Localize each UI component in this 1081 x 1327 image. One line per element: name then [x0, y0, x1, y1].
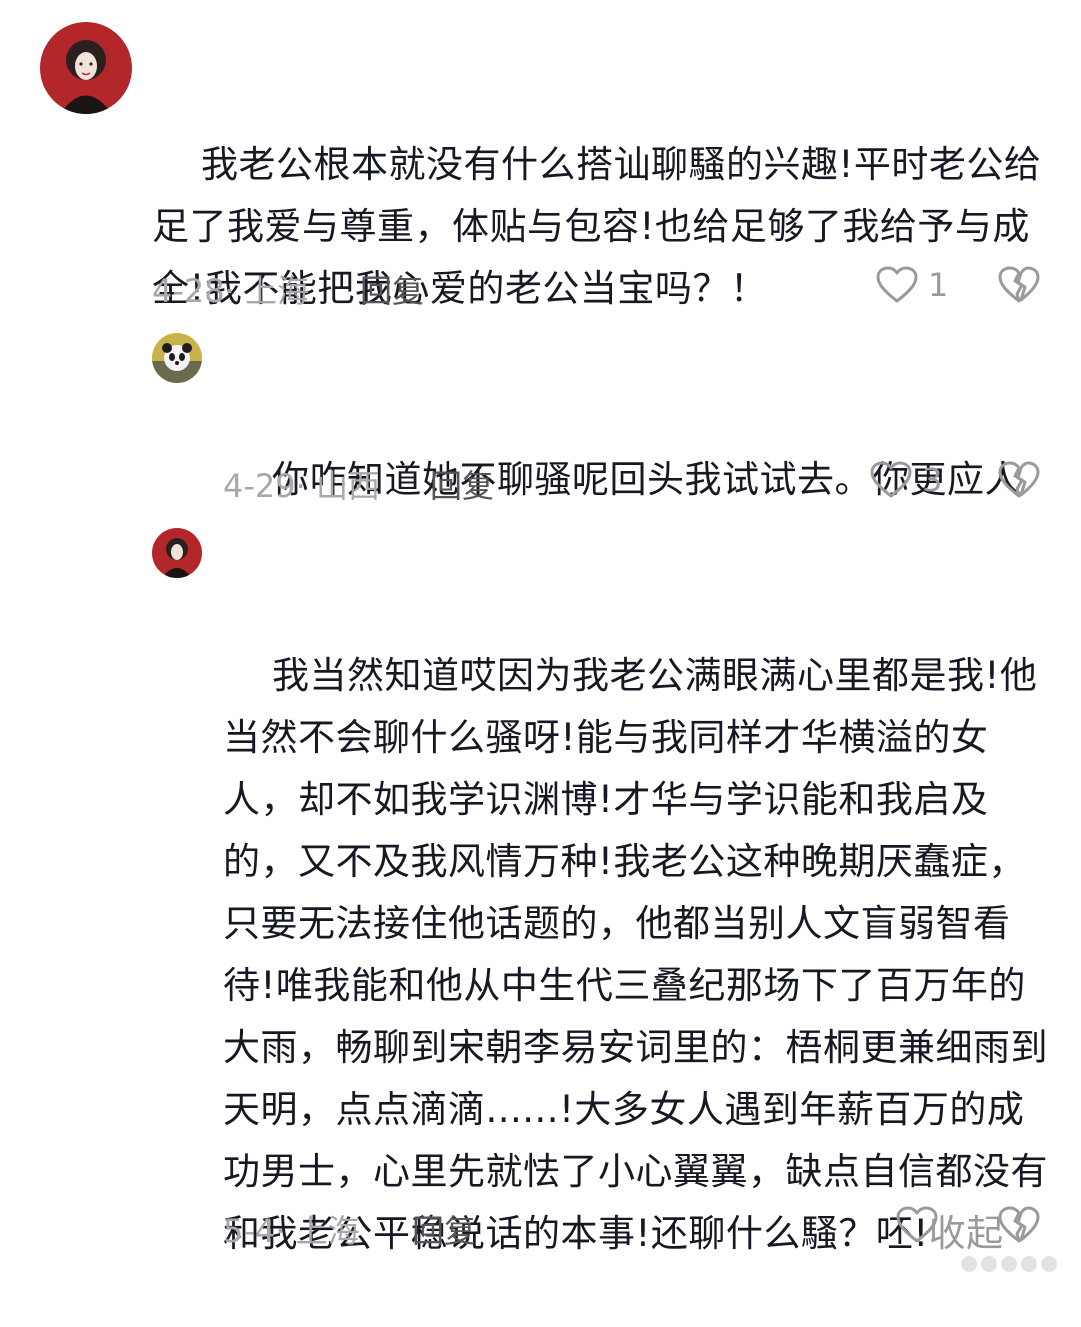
broken-heart-icon — [998, 266, 1040, 303]
user-avatar-red-icon — [40, 22, 132, 114]
reply-button[interactable]: 回复 — [360, 266, 424, 312]
heart-icon — [870, 461, 912, 498]
watermark-dots — [961, 1256, 1057, 1272]
broken-heart-icon — [998, 461, 1040, 498]
heart-icon — [896, 1206, 938, 1243]
avatar[interactable] — [152, 333, 202, 383]
dislike-button[interactable] — [998, 266, 1040, 304]
like-button[interactable] — [896, 1206, 948, 1244]
avatar[interactable] — [40, 22, 132, 114]
user-avatar-red-icon — [152, 528, 202, 578]
user-avatar-panda-icon — [152, 333, 202, 383]
dislike-button[interactable] — [998, 1206, 1040, 1244]
comment-text: 我老公根本就没有什么搭讪聊騷的兴趣!平时老公给足了我爱与尊重，体贴与包容!也给足… — [152, 143, 1042, 310]
comment-meta: 5-4· 上海 — [223, 1212, 360, 1250]
like-button[interactable]: 1 — [876, 266, 948, 304]
comment-meta: 4-28· 上海 — [152, 272, 309, 310]
reply-button[interactable]: 回复 — [412, 1206, 476, 1252]
like-count: 3 — [922, 461, 943, 499]
avatar[interactable] — [152, 528, 202, 578]
heart-icon — [876, 266, 918, 303]
like-count: 1 — [928, 266, 949, 304]
comment-meta: 4-29· 山西 — [223, 467, 380, 505]
broken-heart-icon — [998, 1206, 1040, 1243]
dislike-button[interactable] — [998, 461, 1040, 499]
like-button[interactable]: 3 — [870, 461, 942, 499]
reply-button[interactable]: 回复 — [430, 461, 494, 507]
